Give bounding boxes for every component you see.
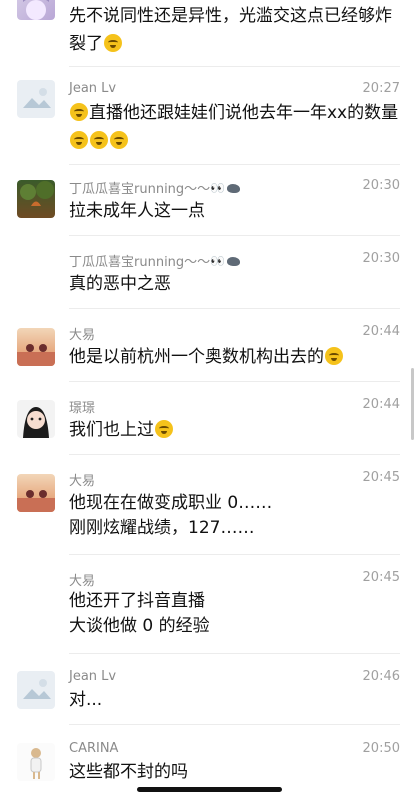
- sender-name: 大易: [69, 474, 96, 489]
- message-text-line-2: 刚刚炫耀战绩，127……: [69, 518, 255, 538]
- message-time: 20:30: [362, 178, 400, 193]
- avatar[interactable]: [17, 743, 55, 781]
- message-text: 他还开了抖音直播: [69, 591, 205, 611]
- message-text: 拉未成年人这一点: [69, 201, 205, 221]
- message-time: 20:44: [362, 397, 400, 412]
- avatar[interactable]: [17, 671, 55, 709]
- avatar-image: [17, 490, 55, 512]
- message-time: 20:45: [362, 570, 400, 585]
- laughing-crying-emoji-icon: [90, 131, 108, 149]
- message-text: 真的恶中之恶: [69, 274, 171, 294]
- laughing-crying-emoji-icon: [70, 131, 88, 149]
- separator: [69, 724, 400, 725]
- avatar-image: [30, 748, 42, 779]
- sender-name: 丁瓜瓜喜宝running～～👀: [69, 251, 241, 270]
- avatar[interactable]: [17, 0, 55, 20]
- message-text: 我们也上过: [69, 416, 401, 444]
- sender-name: 璟璟: [69, 401, 96, 416]
- laughing-crying-emoji-icon: [104, 34, 122, 52]
- bird-icon: [227, 257, 241, 266]
- message-time: 20:45: [362, 470, 400, 485]
- message-time: 20:44: [362, 324, 400, 339]
- avatar[interactable]: [17, 328, 55, 366]
- avatar[interactable]: [17, 80, 55, 118]
- eyes-icon: 👀: [210, 254, 226, 268]
- sender-name: 丁瓜瓜喜宝running～～👀: [69, 178, 241, 197]
- separator: [69, 308, 400, 309]
- message-text-line-2: 大谈他做 0 的经验: [69, 616, 210, 636]
- separator: [69, 653, 400, 654]
- bird-icon: [227, 184, 241, 193]
- message-text: 这些都不封的吗: [69, 762, 188, 782]
- laughing-crying-emoji-icon: [70, 103, 88, 121]
- avatar-image: [17, 344, 55, 366]
- home-indicator[interactable]: [137, 787, 282, 792]
- separator: [69, 554, 400, 555]
- sender-name: Jean Lv: [69, 669, 117, 684]
- separator: [69, 381, 400, 382]
- separator: [69, 66, 400, 67]
- message-time: 20:27: [362, 81, 400, 96]
- message-time: 20:50: [362, 741, 400, 756]
- avatar-image: [23, 0, 49, 20]
- avatar[interactable]: [17, 474, 55, 512]
- message-text: 直播他还跟娃娃们说他去年一年xx的数量: [69, 99, 401, 155]
- sender-name: 大易: [69, 328, 96, 343]
- avatar-image: [23, 407, 49, 438]
- sender-name: Jean Lv: [69, 81, 117, 96]
- laughing-crying-emoji-icon: [110, 131, 128, 149]
- separator: [69, 164, 400, 165]
- separator: [69, 235, 400, 236]
- message-text: 对...: [69, 690, 103, 710]
- sender-name: CARINA: [69, 741, 119, 756]
- message-text: 先不说同性还是异性，光滥交这点已经够炸裂了: [69, 6, 392, 54]
- scrollbar[interactable]: [411, 368, 414, 440]
- separator: [69, 454, 400, 455]
- avatar-image: [20, 181, 54, 206]
- avatar[interactable]: [17, 180, 55, 218]
- avatar-image: [23, 88, 51, 108]
- laughing-crying-emoji-icon: [325, 347, 343, 365]
- avatar-image: [23, 679, 51, 699]
- message-text: 他是以前杭州一个奥数机构出去的: [69, 343, 401, 371]
- avatar[interactable]: [17, 400, 55, 438]
- eyes-icon: 👀: [210, 181, 226, 195]
- message-time: 20:46: [362, 669, 400, 684]
- laughing-crying-emoji-icon: [155, 420, 173, 438]
- message-time: 20:30: [362, 251, 400, 266]
- message-text: 他现在在做变成职业 0……: [69, 493, 273, 513]
